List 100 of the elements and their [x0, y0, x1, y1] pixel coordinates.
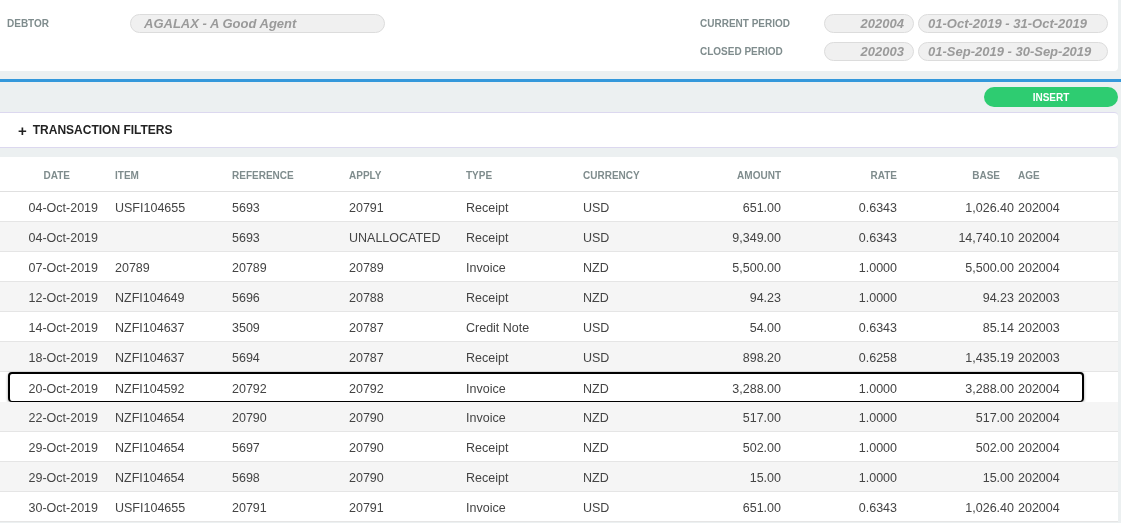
table-cell: 85.14: [982, 320, 1014, 335]
table-cell: NZFI104654: [115, 470, 185, 485]
column-header: DATE: [43, 170, 70, 181]
filters-panel[interactable]: + TRANSACTION FILTERS: [0, 112, 1118, 148]
table-cell: 5696: [232, 290, 260, 305]
table-cell: 20791: [349, 200, 384, 215]
period-label: CURRENT PERIOD: [700, 17, 791, 31]
table-cell: Invoice: [466, 410, 506, 425]
table-row[interactable]: 18-Oct-2019 NZFI104637 5694 20787 Receipt USD 898.20 0.6258 1,435.19 202003: [0, 342, 1118, 372]
table-cell: Credit Note: [466, 320, 530, 335]
table-cell: NZD: [583, 410, 609, 425]
table-cell: 15.00: [749, 470, 781, 485]
table-cell: 3509: [232, 320, 260, 335]
table-cell: 20789: [115, 260, 150, 275]
table-cell: 94.23: [749, 290, 781, 305]
table-cell: 20791: [232, 500, 267, 515]
table-cell: 1.0000: [858, 290, 897, 305]
table-cell: 20792: [349, 381, 384, 396]
table-row[interactable]: 12-Oct-2019 NZFI104649 5696 20788 Receipt NZD 94.23 1.0000 94.23 202003: [0, 282, 1118, 312]
table-cell: 20790: [349, 410, 384, 425]
column-header: TYPE: [466, 170, 493, 181]
table-cell: 14,740.10: [958, 230, 1014, 245]
table-cell: 9,349.00: [732, 230, 781, 245]
table-row[interactable]: 22-Oct-2019 NZFI104654 20790 20790 Invoice NZD 517.00 1.0000 517.00 202004: [0, 402, 1118, 432]
table-cell: 517.00: [742, 410, 781, 425]
table-cell: 12-Oct-2019: [28, 290, 98, 305]
table-cell: USD: [583, 350, 610, 365]
table-cell: Receipt: [466, 290, 509, 305]
table-cell: NZD: [583, 381, 609, 396]
table-cell: 898.20: [742, 350, 781, 365]
table-row[interactable]: 04-Oct-2019 5693 UNALLOCATED Receipt USD 9,349.00 0.6343 14,740.10 202004: [0, 222, 1118, 252]
table-cell: Receipt: [466, 200, 509, 215]
table-cell: 29-Oct-2019: [28, 470, 98, 485]
table-cell: 3,288.00: [965, 381, 1014, 396]
table-cell: 0.6343: [858, 200, 897, 215]
table-cell: Invoice: [466, 381, 506, 396]
column-header: REFERENCE: [232, 170, 294, 181]
table-cell: NZFI104592: [115, 381, 185, 396]
column-header: AGE: [1018, 170, 1040, 181]
table-cell: 5697: [232, 440, 260, 455]
table-cell: 202004: [1018, 410, 1060, 425]
debtor-label: DEBTOR: [7, 17, 51, 31]
table-cell: NZD: [583, 260, 609, 275]
table-cell: USFI104655: [115, 200, 186, 215]
table-cell: NZFI104654: [115, 410, 185, 425]
table-cell: 1,435.19: [965, 350, 1014, 365]
table-cell: 202003: [1018, 290, 1060, 305]
table-cell: 0.6258: [858, 350, 897, 365]
table-cell: 202004: [1018, 200, 1060, 215]
table-cell: NZD: [583, 440, 609, 455]
table-cell: 20790: [349, 440, 384, 455]
column-header: CURRENCY: [583, 170, 640, 181]
table-cell: 502.00: [742, 440, 781, 455]
table-cell: 202003: [1018, 350, 1060, 365]
table-cell: 5694: [232, 350, 260, 365]
table-cell: 1.0000: [858, 470, 897, 485]
table-cell: NZFI104654: [115, 440, 185, 455]
table-cell: 5,500.00: [965, 260, 1014, 275]
table-cell: NZD: [583, 290, 609, 305]
table-cell: 20790: [349, 470, 384, 485]
column-header: ITEM: [115, 170, 139, 181]
table-cell: 5693: [232, 230, 260, 245]
table-cell: 04-Oct-2019: [28, 230, 98, 245]
table-cell: 1,026.40: [965, 200, 1014, 215]
table-cell: 20789: [232, 260, 267, 275]
table-cell: 20790: [232, 410, 267, 425]
table-cell: USD: [583, 200, 610, 215]
filters-label: TRANSACTION FILTERS: [32, 122, 173, 139]
table-cell: 20787: [349, 320, 384, 335]
table-cell: NZFI104649: [115, 290, 185, 305]
table-cell: 651.00: [742, 200, 781, 215]
table-cell: Receipt: [466, 350, 509, 365]
table-cell: 5,500.00: [732, 260, 781, 275]
table-cell: 202004: [1018, 440, 1060, 455]
table-cell: 1.0000: [858, 260, 897, 275]
table-cell: 22-Oct-2019: [28, 410, 98, 425]
table-cell: 0.6343: [858, 320, 897, 335]
table-cell: USD: [583, 320, 610, 335]
table-cell: 502.00: [975, 440, 1014, 455]
table-cell: 15.00: [982, 470, 1014, 485]
table-cell: 651.00: [742, 500, 781, 515]
table-cell: 202004: [1018, 230, 1060, 245]
table-row[interactable]: 20-Oct-2019 NZFI104592 20792 20792 Invoice NZD 3,288.00 1.0000 3,288.00 202004: [8, 372, 1084, 402]
table-cell: USD: [583, 500, 610, 515]
table-cell: 20791: [349, 500, 384, 515]
table-cell: 202003: [1018, 320, 1060, 335]
expand-icon: +: [18, 122, 27, 138]
table-cell: Receipt: [466, 470, 509, 485]
table-cell: 20-Oct-2019: [28, 381, 98, 396]
table-cell: 30-Oct-2019: [28, 500, 98, 515]
table-cell: Receipt: [466, 230, 509, 245]
table-cell: Receipt: [466, 440, 509, 455]
table-cell: 202004: [1018, 500, 1060, 515]
table-row[interactable]: 29-Oct-2019 NZFI104654 5698 20790 Receipt NZD 15.00 1.0000 15.00 202004: [0, 462, 1118, 492]
table-cell: USD: [583, 230, 610, 245]
table-cell: 5698: [232, 470, 260, 485]
table-cell: 20787: [349, 350, 384, 365]
table-cell: UNALLOCATED: [349, 230, 441, 245]
column-header: APPLY: [349, 170, 382, 181]
column-header: AMOUNT: [737, 170, 781, 181]
